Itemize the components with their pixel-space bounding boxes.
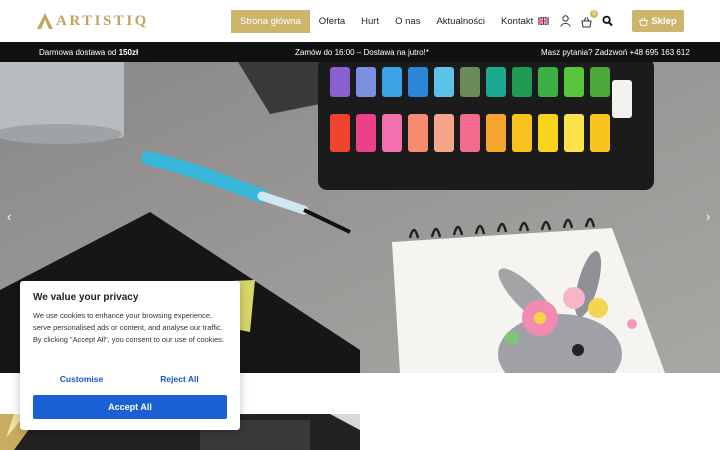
delivery-note: Zamów do 16:00 – Dostawa na jutro!* bbox=[295, 48, 429, 57]
nav-item-news[interactable]: Aktualności bbox=[428, 10, 493, 33]
main-nav: Strona główna Oferta Hurt O nas Aktualno… bbox=[231, 10, 541, 33]
search-icon[interactable] bbox=[602, 15, 613, 27]
free-shipping-threshold: 150zł bbox=[118, 48, 139, 57]
header-tools: 0 bbox=[538, 10, 623, 30]
nav-item-home[interactable]: Strona główna bbox=[231, 10, 310, 33]
site-header: ARTISTIQ Strona główna Oferta Hurt O nas… bbox=[0, 0, 720, 42]
reject-all-button[interactable]: Reject All bbox=[133, 371, 226, 387]
cart-count-badge: 0 bbox=[590, 10, 598, 18]
contact-phone[interactable]: Masz pytania? Zadzwoń +48 695 163 612 bbox=[541, 48, 690, 57]
basket-icon bbox=[581, 17, 592, 28]
chevron-left-icon[interactable]: ‹ bbox=[7, 209, 11, 224]
nav-item-contact[interactable]: Kontakt bbox=[493, 10, 541, 33]
logo-mark-icon bbox=[37, 13, 53, 29]
free-shipping-note: Darmowa dostawa od 150zł bbox=[39, 48, 138, 57]
cookie-title: We value your privacy bbox=[33, 292, 139, 303]
shop-basket-icon bbox=[639, 17, 649, 26]
nav-item-offer[interactable]: Oferta bbox=[311, 10, 353, 33]
nav-item-wholesale[interactable]: Hurt bbox=[353, 10, 387, 33]
logo-wordmark: ARTISTIQ bbox=[56, 12, 149, 29]
free-shipping-text: Darmowa dostawa od bbox=[39, 48, 119, 57]
cookie-consent-dialog: We value your privacy We use cookies to … bbox=[20, 281, 240, 430]
chevron-right-icon[interactable]: › bbox=[706, 209, 710, 224]
accept-all-button[interactable]: Accept All bbox=[33, 395, 227, 419]
nav-item-about[interactable]: O nas bbox=[387, 10, 428, 33]
logo[interactable]: ARTISTIQ bbox=[36, 11, 149, 31]
shop-button-label: Sklep bbox=[651, 15, 677, 27]
account-icon[interactable] bbox=[560, 15, 571, 27]
customise-button[interactable]: Customise bbox=[35, 371, 128, 387]
shop-button[interactable]: Sklep bbox=[632, 10, 684, 32]
uk-flag-icon[interactable] bbox=[538, 17, 549, 25]
cookie-text: We use cookies to enhance your browsing … bbox=[33, 311, 224, 344]
info-bar: Darmowa dostawa od 150zł Zamów do 16:00 … bbox=[0, 42, 720, 62]
cart-button[interactable]: 0 bbox=[581, 10, 598, 28]
page: ARTISTIQ Strona główna Oferta Hurt O nas… bbox=[0, 0, 720, 450]
